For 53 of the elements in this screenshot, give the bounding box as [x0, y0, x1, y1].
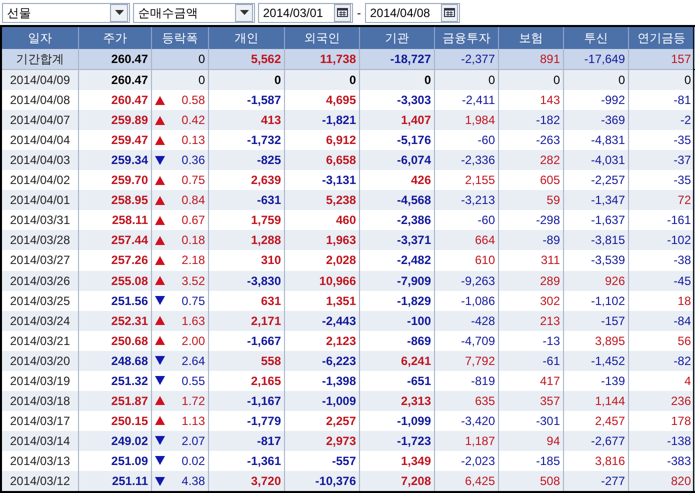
caret-icon [240, 10, 248, 15]
table-cell-text: 4.38 [182, 473, 205, 490]
table-cell: 기간합계 [2, 49, 79, 70]
table-cell: 891 [499, 49, 564, 70]
table-cell: 2014/03/12 [2, 470, 79, 492]
calendar-button[interactable] [334, 4, 351, 22]
table-cell: 157 [629, 49, 695, 70]
table-cell: 0 [152, 49, 209, 70]
table-cell: -277 [564, 470, 629, 492]
table-cell: 5,562 [209, 49, 285, 70]
table-cell: -10,376 [285, 470, 360, 492]
table-cell-text: 0.13 [182, 132, 205, 150]
table-cell-text: 2.18 [182, 252, 205, 270]
table-cell: 3,720 [209, 470, 285, 492]
table-cell-text: 1.63 [182, 312, 205, 330]
start-date-field[interactable]: 2014/03/01 [258, 2, 353, 22]
table-cell: 508 [499, 470, 564, 492]
table-cell: 251.11 [79, 470, 152, 492]
caret-icon [114, 10, 124, 15]
market-select[interactable]: 선물 [2, 2, 130, 22]
table-cell-text: 1.13 [182, 412, 205, 430]
table-cell-text: 0.75 [182, 292, 205, 310]
table-cell: 6,425 [435, 470, 499, 492]
table-cell-text: 2.64 [182, 352, 205, 370]
dropdown-button[interactable] [235, 4, 253, 22]
table-cell: -2,377 [435, 49, 499, 70]
type-select[interactable]: 순매수금액 [133, 2, 255, 22]
table-cell: -17,649 [564, 49, 629, 70]
table-cell-text: 3.52 [182, 272, 205, 290]
calendar-button[interactable] [441, 4, 458, 22]
table-cell-text: 0.84 [182, 192, 205, 210]
dropdown-button[interactable] [110, 4, 128, 22]
table-cell-text: 2.07 [182, 432, 205, 450]
table-cell: 260.47 [79, 49, 152, 70]
table-cell-text: 2.00 [182, 332, 205, 350]
table-cell-text: 0.75 [182, 172, 205, 190]
table-cell-text: 0.55 [182, 372, 205, 390]
table-cell-text: 0.18 [182, 232, 205, 250]
table-cell: 7,208 [360, 470, 435, 492]
date-separator: - [356, 4, 362, 22]
calendar-icon [444, 8, 455, 17]
calendar-icon [337, 8, 348, 17]
table-cell-text: 1.72 [182, 392, 205, 410]
table-cell-text: 0 [198, 72, 205, 90]
table-cell: -18,727 [360, 49, 435, 70]
end-date-field[interactable]: 2014/04/08 [365, 2, 460, 22]
table-cell: 11,738 [285, 49, 360, 70]
table-cell-text: 0.67 [182, 212, 205, 230]
table-cell-text: 0.42 [182, 112, 205, 130]
table-cell-text: 0.58 [182, 92, 205, 110]
table-cell-text: 0.36 [182, 152, 205, 170]
table-cell-text: 0.02 [182, 452, 205, 470]
table-cell: 820 [629, 470, 695, 492]
